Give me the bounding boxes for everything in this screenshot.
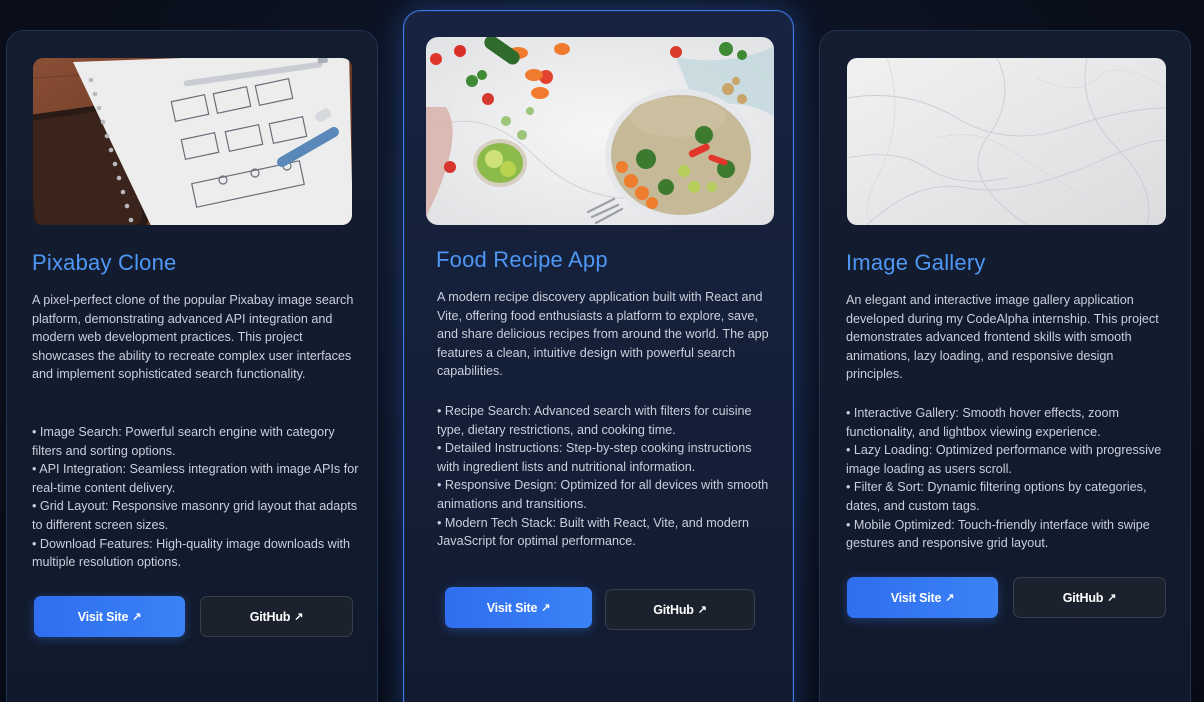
visit-site-label: Visit Site <box>486 600 538 615</box>
visit-site-button[interactable]: Visit Site ↗ <box>445 587 592 628</box>
project-title: Pixabay Clone <box>32 250 177 275</box>
project-thumbnail <box>426 37 774 225</box>
wireframe-sketch-image <box>33 58 352 225</box>
project-title: Image Gallery <box>846 250 986 275</box>
feature-item: • Image Search: Powerful search engine w… <box>32 425 335 458</box>
feature-item: • API Integration: Seamless integration … <box>32 462 359 495</box>
visit-site-button[interactable]: Visit Site ↗ <box>34 596 185 637</box>
external-link-icon: ↗ <box>541 602 551 614</box>
project-description: An elegant and interactive image gallery… <box>846 293 1159 382</box>
feature-item: • Lazy Loading: Optimized performance wi… <box>846 443 1162 476</box>
projects-section: Pixabay Clone A pixel-perfect clone of t… <box>0 0 1204 702</box>
feature-item: • Interactive Gallery: Smooth hover effe… <box>846 406 1119 439</box>
feature-item: • Modern Tech Stack: Built with React, V… <box>437 515 749 549</box>
visit-site-button[interactable]: Visit Site ↗ <box>847 577 998 618</box>
feature-item: • Download Features: High-quality image … <box>32 536 351 570</box>
project-card-pixabay-clone: Pixabay Clone A pixel-perfect clone of t… <box>6 30 378 702</box>
feature-item: • Recipe Search: Advanced search with fi… <box>437 404 752 437</box>
marble-texture-image <box>847 58 1166 225</box>
external-link-icon: ↗ <box>294 611 304 623</box>
feature-list: • Interactive Gallery: Smooth hover effe… <box>846 404 1170 553</box>
github-label: GitHub <box>249 609 291 624</box>
external-link-icon: ↗ <box>945 592 955 604</box>
github-label: GitHub <box>653 602 694 617</box>
project-card-image-gallery: Image Gallery An elegant and interactive… <box>819 30 1191 702</box>
external-link-icon: ↗ <box>697 604 707 616</box>
external-link-icon: ↗ <box>1107 592 1117 604</box>
visit-site-label: Visit Site <box>77 609 129 624</box>
visit-site-label: Visit Site <box>890 590 942 605</box>
github-label: GitHub <box>1062 590 1104 605</box>
project-card-food-recipe-app: Food Recipe App A modern recipe discover… <box>403 10 794 702</box>
feature-item: • Mobile Optimized: Touch-friendly inter… <box>846 517 1150 551</box>
project-thumbnail <box>847 58 1166 225</box>
project-title: Food Recipe App <box>436 247 608 272</box>
feature-list: • Recipe Search: Advanced search with fi… <box>437 402 773 551</box>
external-link-icon: ↗ <box>132 611 142 623</box>
feature-item: • Responsive Design: Optimized for all d… <box>437 478 769 511</box>
github-button[interactable]: GitHub ↗ <box>605 589 755 630</box>
feature-list: • Image Search: Powerful search engine w… <box>32 423 360 572</box>
github-button[interactable]: GitHub ↗ <box>1013 577 1166 618</box>
project-description: A modern recipe discovery application bu… <box>437 290 769 379</box>
project-description: A pixel-perfect clone of the popular Pix… <box>32 293 354 382</box>
salad-bowl-image <box>426 37 774 225</box>
feature-item: • Filter & Sort: Dynamic filtering optio… <box>846 480 1147 513</box>
github-button[interactable]: GitHub ↗ <box>200 596 353 637</box>
feature-item: • Grid Layout: Responsive masonry grid l… <box>32 499 358 532</box>
project-thumbnail <box>33 58 352 225</box>
feature-item: • Detailed Instructions: Step-by-step co… <box>437 441 752 474</box>
